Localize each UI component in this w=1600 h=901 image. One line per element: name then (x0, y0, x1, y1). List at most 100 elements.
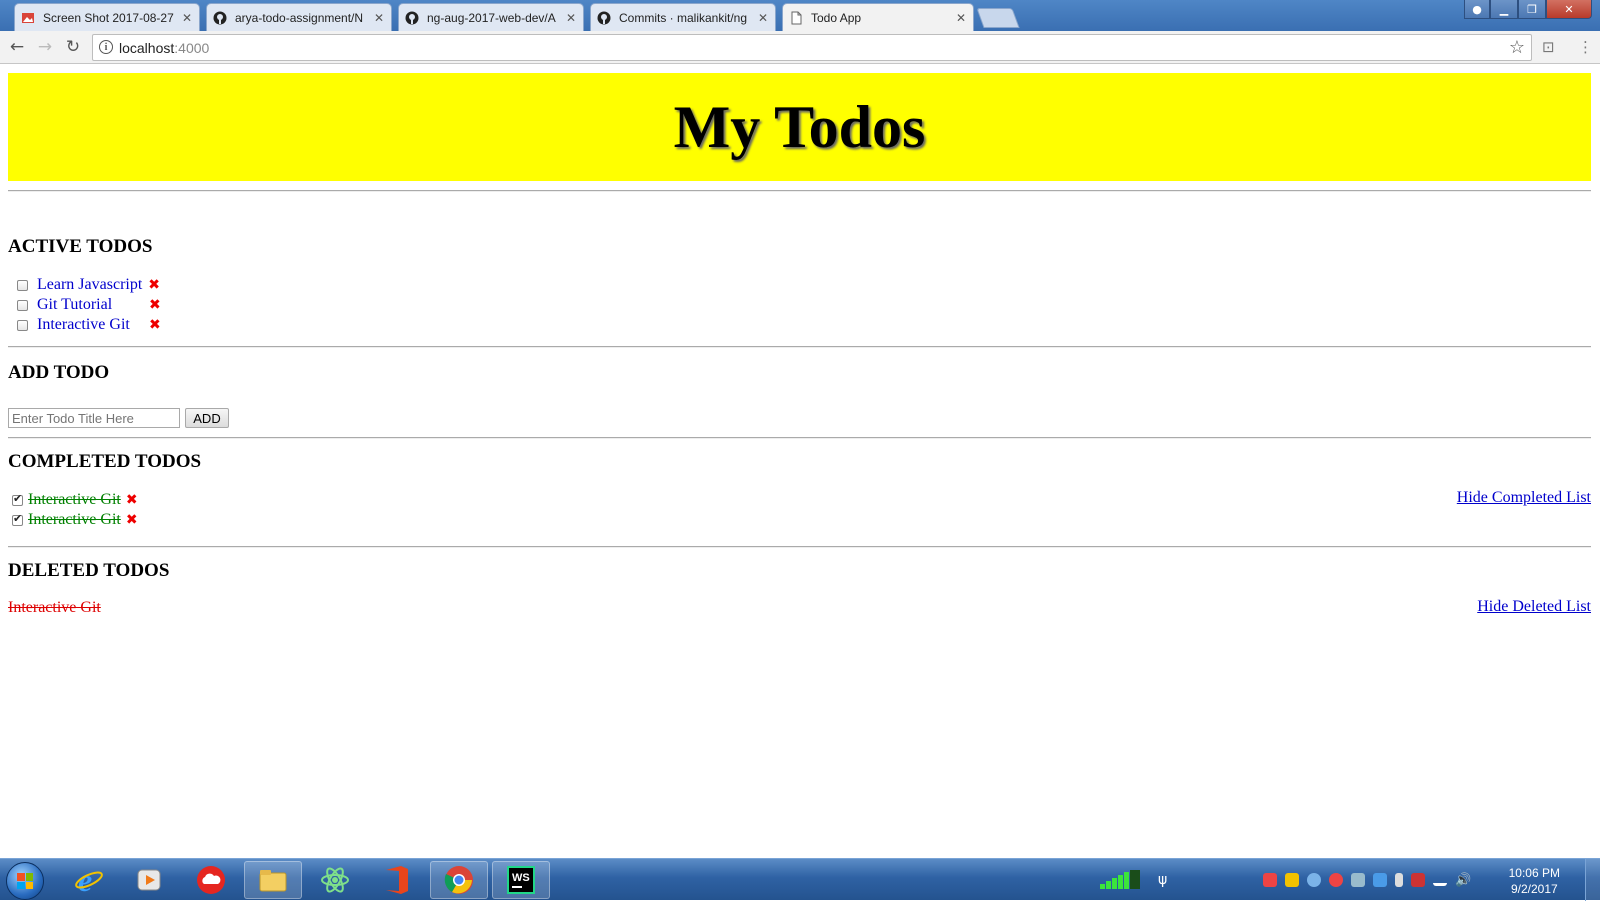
close-tab-icon[interactable]: ✕ (757, 11, 769, 25)
show-desktop-button[interactable] (1585, 859, 1600, 901)
active-todos-heading: ACTIVE TODOS (8, 236, 153, 257)
clock-date: 9/2/2017 (1510, 882, 1558, 896)
page-header-banner: My Todos (8, 73, 1591, 181)
todo-checkbox[interactable] (17, 319, 28, 331)
add-todo-heading: ADD TODO (8, 362, 110, 383)
bookmark-star-icon[interactable]: ☆ (1509, 37, 1525, 58)
deleted-todos-heading: DELETED TODOS (8, 560, 170, 581)
todo-title[interactable]: Learn Javascript (37, 276, 142, 294)
image-icon (21, 11, 35, 25)
divider (8, 190, 1591, 192)
tray-app-icon[interactable] (1263, 873, 1278, 887)
page-title: My Todos (673, 93, 926, 160)
todo-title: Interactive Git (8, 599, 101, 616)
add-todo-button[interactable]: ADD (185, 408, 229, 428)
completed-todo-item: Interactive Git ✖ (8, 510, 138, 530)
github-icon (597, 11, 611, 25)
todo-title[interactable]: Interactive Git (28, 491, 121, 509)
hide-deleted-link[interactable]: Hide Deleted List (1477, 598, 1591, 616)
tab-todo-app[interactable]: Todo App ✕ (782, 3, 974, 31)
todo-title[interactable]: Interactive Git (37, 316, 143, 334)
todo-checkbox-checked[interactable] (12, 512, 23, 526)
browser-toolbar: ← → ↻ i localhost:4000 ☆ ⊡ ⋮ (0, 31, 1600, 64)
user-icon[interactable]: ● (1464, 0, 1490, 19)
minimize-icon[interactable]: ▁ (1490, 0, 1518, 19)
close-tab-icon[interactable]: ✕ (565, 11, 577, 25)
todo-title[interactable]: Git Tutorial (37, 296, 143, 314)
extension-icon[interactable]: ⊡ (1542, 38, 1555, 56)
skype-icon[interactable] (1373, 873, 1388, 887)
cloud-app-icon[interactable] (182, 861, 240, 899)
shield-icon[interactable] (1285, 873, 1300, 887)
delete-x-icon[interactable]: ✖ (149, 317, 161, 333)
divider (8, 346, 1591, 348)
hide-completed-link[interactable]: Hide Completed List (1457, 489, 1591, 507)
page-icon (789, 11, 803, 25)
start-button[interactable] (6, 862, 44, 900)
active-todo-item: Learn Javascript ✖ (8, 275, 160, 295)
signal-icon[interactable] (1433, 875, 1448, 886)
page-viewport: My Todos ACTIVE TODOS Learn Javascript ✖… (0, 65, 1600, 858)
github-icon (213, 11, 227, 25)
tab-title: Screen Shot 2017-08-27 (43, 10, 174, 25)
tab-github-ng-aug[interactable]: ng-aug-2017-web-dev/A ✕ (398, 3, 584, 31)
battery-icon[interactable] (1395, 873, 1404, 887)
tab-screenshot[interactable]: Screen Shot 2017-08-27 ✕ (14, 3, 200, 31)
close-tab-icon[interactable]: ✕ (181, 11, 193, 25)
network-meter-icon[interactable] (1100, 870, 1144, 890)
todo-checkbox[interactable] (17, 299, 28, 311)
tab-github-arya[interactable]: arya-todo-assignment/N ✕ (206, 3, 392, 31)
browser-tab-strip: Screen Shot 2017-08-27 ✕ arya-todo-assig… (0, 0, 1600, 31)
tab-title: arya-todo-assignment/N (235, 10, 364, 25)
divider (8, 437, 1591, 439)
todo-checkbox[interactable] (17, 279, 28, 291)
tab-title: Todo App (811, 10, 862, 25)
tab-github-commits[interactable]: Commits · malikankit/ng ✕ (590, 3, 776, 31)
todo-title[interactable]: Interactive Git (28, 511, 121, 529)
tray-app-icon[interactable] (1351, 873, 1366, 887)
active-todo-item: Git Tutorial ✖ (8, 295, 161, 315)
url-text: localhost:4000 (119, 40, 210, 56)
office-icon[interactable] (368, 861, 426, 899)
forward-arrow-icon[interactable]: → (34, 37, 56, 57)
tab-title: Commits · malikankit/ng (619, 10, 748, 25)
reload-icon[interactable]: ↻ (62, 37, 84, 57)
webstorm-icon[interactable]: WS (492, 861, 550, 899)
info-icon[interactable]: i (99, 40, 113, 54)
wireless-icon[interactable]: ψ (1158, 872, 1167, 888)
active-todo-item: Interactive Git ✖ (8, 315, 161, 335)
close-tab-icon[interactable]: ✕ (373, 11, 385, 25)
divider (8, 546, 1591, 548)
tray-app-icon[interactable] (1329, 873, 1344, 887)
address-bar[interactable]: i localhost:4000 ☆ (92, 34, 1532, 61)
delete-x-icon[interactable]: ✖ (149, 297, 161, 313)
delete-x-icon[interactable]: ✖ (126, 492, 138, 508)
svg-text:WS: WS (512, 872, 530, 884)
windows-logo-icon (17, 873, 33, 889)
menu-kebab-icon[interactable]: ⋮ (1578, 38, 1593, 56)
deleted-todo-item: Interactive Git (8, 598, 101, 618)
tray-app-icon[interactable] (1307, 873, 1322, 887)
chrome-icon[interactable] (430, 861, 488, 899)
delete-x-icon[interactable]: ✖ (148, 277, 160, 293)
media-player-icon[interactable] (120, 861, 178, 899)
todo-checkbox-checked[interactable] (12, 492, 23, 506)
file-explorer-icon[interactable] (244, 861, 302, 899)
window-controls: ● ▁ ❐ ✕ (1464, 0, 1592, 19)
system-clock[interactable]: 10:06 PM 9/2/2017 (1509, 865, 1560, 897)
internet-explorer-icon[interactable]: e (60, 861, 118, 899)
volume-icon[interactable]: 🔊 (1455, 873, 1471, 888)
close-window-icon[interactable]: ✕ (1546, 0, 1592, 19)
system-tray: ψ 🔊 (1100, 859, 1475, 901)
back-arrow-icon[interactable]: ← (6, 37, 28, 57)
new-tab-button[interactable] (976, 8, 1020, 28)
clock-time: 10:06 PM (1508, 866, 1560, 880)
windows-taskbar: e WS ψ 🔊 10:06 PM 9/2/2017 (0, 858, 1600, 901)
maximize-icon[interactable]: ❐ (1518, 0, 1546, 19)
github-icon (405, 11, 419, 25)
action-center-flag-icon[interactable] (1411, 873, 1426, 887)
close-tab-icon[interactable]: ✕ (955, 11, 967, 25)
todo-title-input[interactable] (8, 408, 180, 428)
delete-x-icon[interactable]: ✖ (126, 512, 138, 528)
atom-editor-icon[interactable] (306, 861, 364, 899)
